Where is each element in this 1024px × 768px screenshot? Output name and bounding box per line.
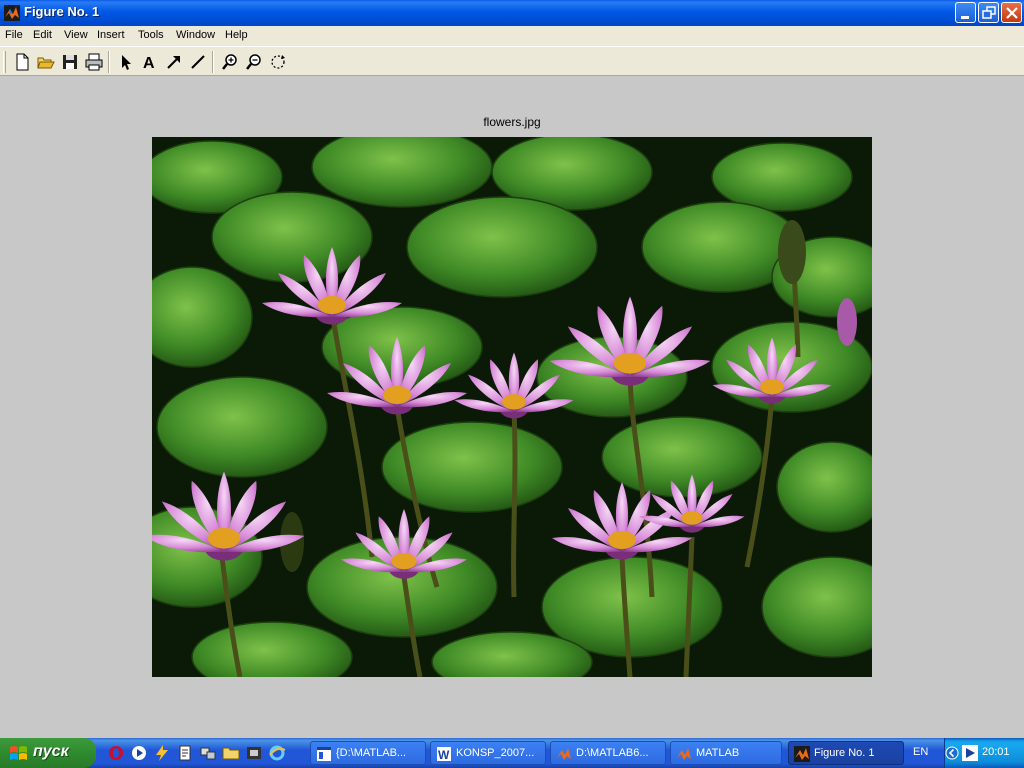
insert-text-icon: A bbox=[143, 55, 155, 72]
image-axes[interactable] bbox=[152, 137, 872, 677]
rotate-icon bbox=[271, 55, 285, 69]
insert-text-button[interactable]: A bbox=[140, 52, 160, 72]
save-icon bbox=[63, 55, 77, 69]
matlab-logo-icon bbox=[557, 748, 571, 760]
clock: 20:01 bbox=[982, 746, 1010, 758]
media-play-icon[interactable] bbox=[962, 745, 978, 761]
new-figure-button[interactable] bbox=[12, 52, 32, 72]
task-label: {D:\MATLAB... bbox=[336, 747, 407, 759]
figure-title: flowers.jpg bbox=[483, 115, 541, 129]
opera-icon[interactable] bbox=[107, 744, 125, 762]
explorer-window-icon bbox=[317, 747, 331, 761]
matlab-logo-icon bbox=[4, 5, 20, 21]
window-titlebar[interactable]: Figure No. 1 bbox=[0, 0, 1024, 26]
start-label: пуск bbox=[33, 743, 69, 760]
close-button[interactable] bbox=[1001, 2, 1022, 23]
start-button[interactable]: пуск bbox=[0, 738, 96, 768]
taskbar: пуск {D:\MATLAB... W KONSP_2007... D:\MA… bbox=[0, 738, 1024, 768]
close-icon bbox=[1006, 7, 1018, 19]
insert-line-icon bbox=[191, 55, 205, 69]
menu-help[interactable]: Help bbox=[225, 29, 248, 41]
menu-file[interactable]: File bbox=[5, 29, 23, 41]
edit-plot-button[interactable] bbox=[116, 52, 136, 72]
task-matlab6[interactable]: D:\MATLAB6... bbox=[550, 741, 666, 765]
folder-icon[interactable] bbox=[222, 744, 240, 762]
menu-window[interactable]: Window bbox=[176, 29, 215, 41]
minimize-icon bbox=[961, 16, 969, 19]
insert-arrow-icon bbox=[167, 56, 180, 69]
select-arrow-icon bbox=[122, 55, 131, 70]
restore-icon bbox=[982, 6, 996, 19]
zoom-in-icon bbox=[222, 54, 237, 70]
menu-insert[interactable]: Insert bbox=[97, 29, 125, 41]
insert-arrow-button[interactable] bbox=[164, 52, 184, 72]
insert-line-button[interactable] bbox=[188, 52, 208, 72]
task-label: KONSP_2007... bbox=[456, 747, 535, 759]
ie-icon[interactable] bbox=[268, 744, 286, 762]
task-matlab[interactable]: MATLAB bbox=[670, 741, 782, 765]
restore-button[interactable] bbox=[978, 2, 999, 23]
task-figure-1[interactable]: Figure No. 1 bbox=[788, 741, 904, 765]
menu-bar: File Edit View Insert Tools Window Help bbox=[0, 26, 1024, 46]
zoom-out-icon bbox=[246, 54, 261, 70]
media-player-icon[interactable] bbox=[130, 744, 148, 762]
task-label: Figure No. 1 bbox=[814, 747, 875, 759]
film-icon[interactable] bbox=[245, 744, 263, 762]
task-label: MATLAB bbox=[696, 747, 740, 759]
print-icon bbox=[85, 53, 103, 71]
print-button[interactable] bbox=[84, 52, 104, 72]
flowers-image bbox=[152, 137, 872, 677]
menu-view[interactable]: View bbox=[64, 29, 88, 41]
svg-text:A: A bbox=[143, 55, 155, 72]
windows-flag-icon bbox=[10, 746, 27, 760]
svg-text:W: W bbox=[438, 748, 450, 762]
open-button[interactable] bbox=[36, 52, 56, 72]
menu-edit[interactable]: Edit bbox=[33, 29, 52, 41]
zoom-in-button[interactable] bbox=[220, 52, 240, 72]
word-document-icon: W bbox=[437, 747, 451, 762]
window-title: Figure No. 1 bbox=[24, 4, 100, 19]
new-file-icon bbox=[16, 53, 29, 71]
zoom-out-button[interactable] bbox=[244, 52, 264, 72]
winamp-icon[interactable] bbox=[153, 744, 171, 762]
task-konsp-document[interactable]: W KONSP_2007... bbox=[430, 741, 546, 765]
toolbar-separator bbox=[212, 51, 214, 73]
network-icon[interactable] bbox=[199, 744, 217, 762]
toolbar-separator bbox=[108, 51, 110, 73]
language-indicator[interactable]: EN bbox=[913, 746, 928, 758]
matlab-logo-icon bbox=[677, 748, 691, 760]
rotate-button[interactable] bbox=[268, 52, 288, 72]
open-folder-icon bbox=[37, 57, 55, 69]
figure-toolbar: A bbox=[0, 46, 1024, 76]
show-hidden-icons-button[interactable] bbox=[945, 745, 959, 761]
matlab-logo-icon bbox=[794, 746, 810, 762]
minimize-button[interactable] bbox=[955, 2, 976, 23]
task-label: D:\MATLAB6... bbox=[576, 747, 649, 759]
menu-tools[interactable]: Tools bbox=[138, 29, 164, 41]
task-matlab-folder[interactable]: {D:\MATLAB... bbox=[310, 741, 426, 765]
document-icon[interactable] bbox=[176, 744, 194, 762]
save-button[interactable] bbox=[60, 52, 80, 72]
toolbar-grip[interactable] bbox=[3, 51, 6, 73]
